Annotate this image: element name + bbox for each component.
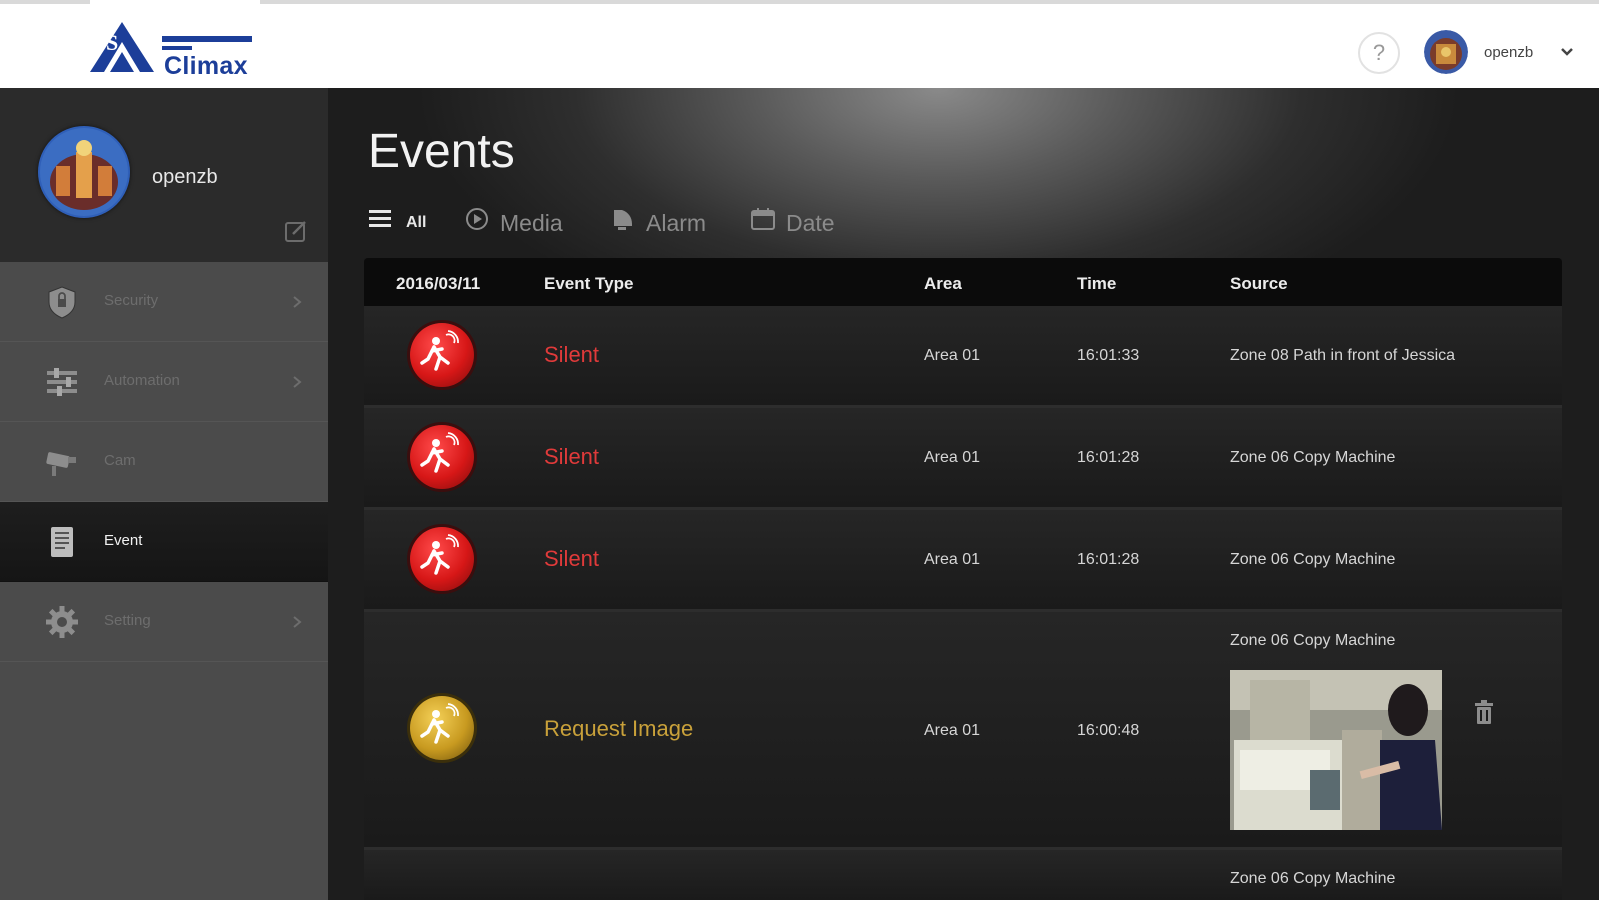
filter-date[interactable]: Date (750, 200, 860, 240)
table-header: 2016/03/11 Event Type Area Time Source (364, 258, 1562, 306)
header: S Climax ? openzb (0, 4, 1599, 88)
event-area: Area 01 (924, 722, 981, 739)
request-image-icon (410, 696, 474, 760)
column-header-event-type[interactable]: Event Type (544, 274, 633, 294)
event-area: Area 01 (924, 449, 981, 466)
page-title: Events (368, 125, 515, 178)
column-header-area[interactable]: Area (924, 274, 962, 294)
event-type: Silent (544, 342, 600, 367)
help-button[interactable]: ? (1358, 32, 1400, 74)
bell-icon (614, 210, 632, 230)
filter-all[interactable]: All (368, 200, 438, 240)
event-source: Zone 06 Copy Machine (1230, 551, 1396, 568)
sidebar: openzb Security Automation Cam Event Set… (0, 88, 328, 900)
sidebar-item-label: Automation (104, 372, 180, 389)
sidebar-item-label: Cam (104, 452, 136, 469)
silent-alarm-icon (410, 425, 474, 489)
column-header-source[interactable]: Source (1230, 274, 1288, 294)
sidebar-item-label: Security (104, 292, 159, 309)
event-time: 16:00:48 (1077, 722, 1140, 739)
event-area: Area 01 (924, 551, 981, 568)
avatar-image-icon (1424, 30, 1468, 74)
sidebar-item-label: Event (104, 532, 143, 549)
sidebar-menu: Security Automation Cam Event Setting (0, 262, 328, 662)
chevron-down-icon[interactable] (1559, 44, 1575, 60)
snapshot-image-icon (1230, 670, 1442, 830)
filter-label: Date (786, 210, 835, 236)
filter-label: Media (500, 210, 563, 236)
trash-icon[interactable] (1472, 698, 1496, 726)
climax-logo[interactable]: S Climax (88, 18, 268, 80)
event-type: Request Image (544, 716, 694, 741)
main-content: Events All Media Alarm Date 2016/03/11 E… (328, 88, 1599, 900)
edit-icon[interactable] (283, 218, 309, 244)
event-source: Zone 06 Copy Machine (1230, 870, 1396, 887)
event-source: Zone 08 Path in front of Jessica (1230, 347, 1456, 364)
sidebar-item-automation[interactable]: Automation (0, 342, 328, 422)
camera-icon (46, 452, 76, 476)
table-row[interactable]: Silent Area 01 16:01:33 Zone 08 Path in … (364, 306, 1562, 408)
sidebar-item-security[interactable]: Security (0, 262, 328, 342)
svg-text:S: S (106, 30, 118, 55)
event-area: Area 01 (924, 347, 981, 364)
event-source: Zone 06 Copy Machine (1230, 449, 1396, 466)
filter-label: Alarm (646, 210, 707, 236)
sidebar-item-cam[interactable]: Cam (0, 422, 328, 502)
logo-text: Climax (164, 52, 248, 80)
profile-avatar-image-icon (38, 126, 130, 218)
table-row[interactable]: Zone 06 Copy Machine (364, 850, 1562, 900)
list-icon (369, 210, 391, 227)
events-table: 2016/03/11 Event Type Area Time Source S… (364, 258, 1562, 900)
profile-name: openzb (152, 166, 218, 188)
event-type: Silent (544, 546, 600, 571)
profile-avatar[interactable] (38, 126, 130, 218)
header-avatar[interactable] (1424, 30, 1468, 74)
shield-icon (48, 286, 76, 319)
column-header-date[interactable]: 2016/03/11 (396, 274, 480, 294)
event-time: 16:01:33 (1077, 347, 1140, 364)
play-icon (466, 208, 488, 230)
chevron-right-icon (293, 296, 302, 308)
filter-media[interactable]: Media (464, 200, 584, 240)
table-row[interactable]: Silent Area 01 16:01:28 Zone 06 Copy Mac… (364, 408, 1562, 510)
document-icon (51, 527, 73, 557)
chevron-right-icon (293, 376, 302, 388)
event-snapshot[interactable] (1230, 670, 1442, 830)
silent-alarm-icon (410, 527, 474, 591)
chevron-right-icon (293, 616, 302, 628)
column-header-time[interactable]: Time (1077, 274, 1116, 294)
silent-alarm-icon (410, 323, 474, 387)
table-row[interactable]: Request Image Area 01 16:00:48 Zone 06 C… (364, 612, 1562, 850)
event-time: 16:01:28 (1077, 449, 1140, 466)
table-row[interactable]: Silent Area 01 16:01:28 Zone 06 Copy Mac… (364, 510, 1562, 612)
sliders-icon (47, 368, 77, 396)
event-type: Silent (544, 444, 600, 469)
gear-icon (46, 606, 78, 638)
sidebar-item-label: Setting (104, 612, 151, 629)
filter-label: All (406, 214, 427, 231)
event-time: 16:01:28 (1077, 551, 1140, 568)
filter-alarm[interactable]: Alarm (610, 200, 730, 240)
sidebar-item-setting[interactable]: Setting (0, 582, 328, 662)
calendar-icon (751, 208, 775, 230)
sidebar-item-event[interactable]: Event (0, 502, 328, 582)
event-source: Zone 06 Copy Machine (1230, 632, 1396, 649)
profile-panel: openzb (0, 88, 328, 262)
header-username[interactable]: openzb (1484, 44, 1533, 61)
